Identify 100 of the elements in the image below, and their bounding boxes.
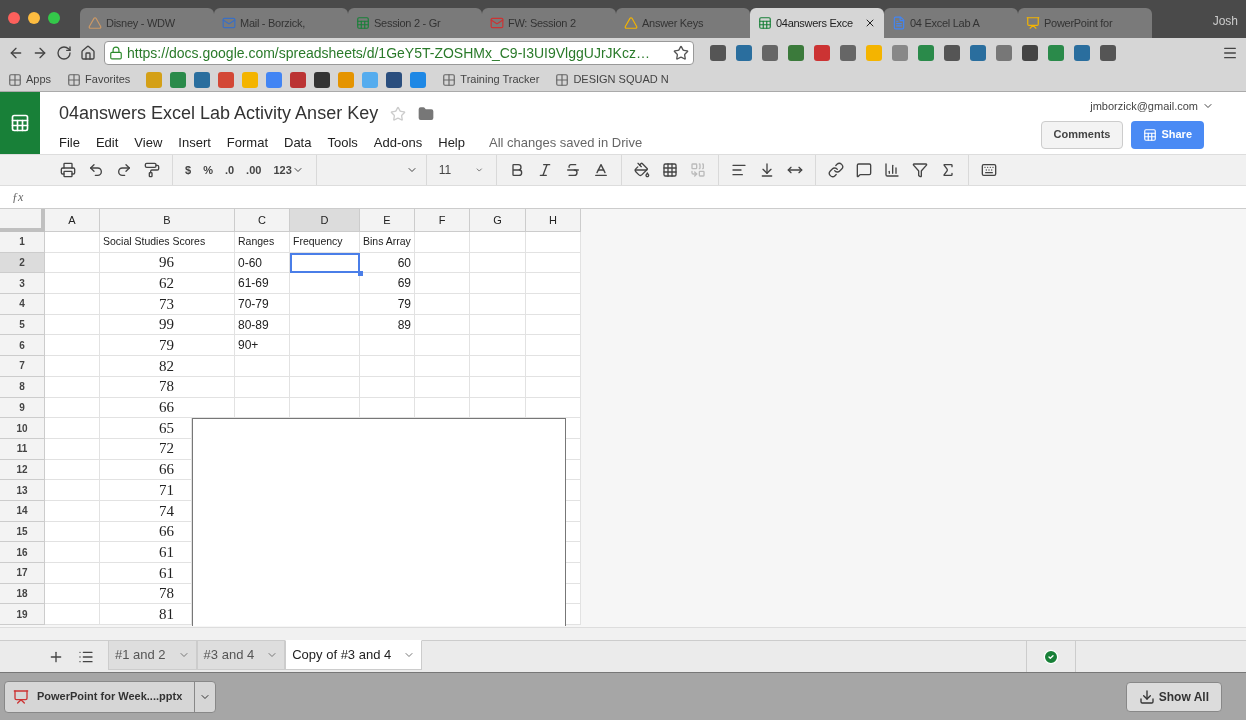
row-header[interactable]: 16 [0, 542, 45, 563]
extension-icon[interactable] [1100, 45, 1116, 61]
sheet-tab[interactable]: Copy of #3 and 4 [285, 640, 423, 670]
table-cell[interactable] [290, 294, 360, 315]
bookmark[interactable]: DESIGN SQUAD N [547, 71, 669, 88]
row-header[interactable]: 6 [0, 335, 45, 357]
extension-icon[interactable] [840, 45, 856, 61]
extension-icon[interactable] [970, 45, 986, 61]
menu-item[interactable]: Data [284, 133, 312, 153]
column-header[interactable]: F [415, 209, 470, 232]
row-header[interactable]: 7 [0, 356, 45, 377]
table-cell[interactable]: 78 [100, 376, 235, 398]
sheet-tab[interactable]: #1 and 2 [108, 640, 197, 670]
table-cell[interactable]: 80-89 [235, 314, 290, 336]
minimize-window-icon[interactable] [28, 12, 40, 24]
extension-icon[interactable] [1048, 45, 1064, 61]
column-header[interactable]: H [526, 209, 581, 232]
extension-icon[interactable] [762, 45, 778, 61]
table-cell[interactable] [566, 521, 581, 543]
row-header[interactable]: 18 [0, 583, 45, 605]
table-cell[interactable] [470, 273, 526, 295]
table-cell[interactable] [45, 294, 100, 315]
table-cell[interactable] [526, 314, 581, 336]
table-cell[interactable] [566, 542, 581, 563]
table-cell[interactable] [566, 583, 581, 605]
horizontal-scrollbar[interactable] [0, 627, 1246, 640]
extension-icon[interactable] [814, 45, 830, 61]
table-cell[interactable] [290, 335, 360, 357]
table-cell[interactable] [290, 376, 360, 398]
table-cell[interactable] [526, 335, 581, 357]
table-cell[interactable] [45, 314, 100, 336]
fill-color-icon[interactable] [633, 162, 650, 178]
table-cell[interactable] [415, 397, 470, 419]
select-all-corner[interactable] [0, 209, 45, 232]
filter-icon[interactable] [911, 162, 928, 178]
table-cell[interactable] [45, 232, 100, 253]
extension-icon[interactable] [996, 45, 1012, 61]
row-header[interactable]: 10 [0, 418, 45, 439]
browser-tab[interactable]: 04answers Exce [750, 8, 884, 38]
table-cell[interactable] [415, 356, 470, 377]
table-cell[interactable]: 90+ [235, 335, 290, 357]
table-cell[interactable] [566, 480, 581, 501]
table-cell[interactable] [45, 459, 100, 481]
table-cell[interactable] [235, 376, 290, 398]
bookmark-icon[interactable] [314, 71, 331, 88]
menu-icon[interactable] [1222, 45, 1238, 61]
table-cell[interactable] [526, 376, 581, 398]
close-window-icon[interactable] [8, 12, 20, 24]
table-cell[interactable] [566, 438, 581, 460]
align-icon[interactable] [730, 162, 747, 178]
text-color-icon[interactable] [592, 162, 609, 178]
menu-item[interactable]: Insert [178, 133, 211, 153]
menu-item[interactable]: Add-ons [373, 133, 423, 153]
table-cell[interactable] [360, 356, 415, 377]
menu-item[interactable]: File [59, 133, 80, 153]
table-cell[interactable]: 0-60 [235, 252, 290, 274]
row-header[interactable]: 12 [0, 459, 45, 481]
comment-icon[interactable] [855, 162, 872, 178]
menu-item[interactable]: Help [438, 133, 465, 153]
table-cell[interactable]: 72 [100, 438, 192, 460]
table-cell[interactable] [45, 438, 100, 460]
bookmark[interactable]: Training Tracker [434, 71, 540, 88]
comments-button[interactable]: Comments [1040, 120, 1124, 149]
table-cell[interactable]: 79 [100, 335, 235, 357]
table-cell[interactable] [526, 273, 581, 295]
row-header[interactable]: 1 [0, 232, 45, 253]
table-cell[interactable]: Social Studies Scores [100, 232, 235, 253]
chart-icon[interactable] [883, 162, 900, 178]
extension-icon[interactable] [866, 45, 882, 61]
table-cell[interactable] [566, 459, 581, 481]
table-cell[interactable] [470, 294, 526, 315]
profile-name[interactable]: Josh [1212, 12, 1238, 30]
row-header[interactable]: 13 [0, 480, 45, 501]
table-cell[interactable]: 73 [100, 294, 235, 315]
menu-item[interactable]: View [134, 133, 163, 153]
table-cell[interactable] [45, 604, 100, 626]
table-cell[interactable] [45, 480, 100, 501]
table-cell[interactable]: 65 [100, 418, 192, 439]
extension-icon[interactable] [944, 45, 960, 61]
table-cell[interactable]: 70-79 [235, 294, 290, 315]
extension-icon[interactable] [918, 45, 934, 61]
bookmark-icon[interactable] [290, 71, 307, 88]
row-header[interactable]: 2 [0, 252, 45, 274]
address-field[interactable]: https://docs.google.com/spreadsheets/d/1GeY5T-ZOSHMx_C9-I3UI9VlggUJrJKcz… [104, 41, 694, 65]
table-cell[interactable]: 61-69 [235, 273, 290, 295]
extension-icon[interactable] [736, 45, 752, 61]
table-cell[interactable] [526, 356, 581, 377]
format-button[interactable]: % [203, 161, 213, 179]
table-cell[interactable] [415, 252, 470, 274]
bookmark[interactable]: Apps [8, 71, 60, 88]
maximize-window-icon[interactable] [48, 12, 60, 24]
row-header[interactable]: 3 [0, 273, 45, 295]
menu-item[interactable]: Format [226, 133, 268, 153]
table-cell[interactable] [415, 314, 470, 336]
table-cell[interactable] [566, 418, 581, 439]
table-cell[interactable] [45, 500, 100, 522]
table-cell[interactable] [45, 252, 100, 274]
table-cell[interactable]: 79 [360, 294, 415, 315]
download-item[interactable]: PowerPoint for Week....pptx [4, 680, 217, 713]
table-cell[interactable] [415, 335, 470, 357]
